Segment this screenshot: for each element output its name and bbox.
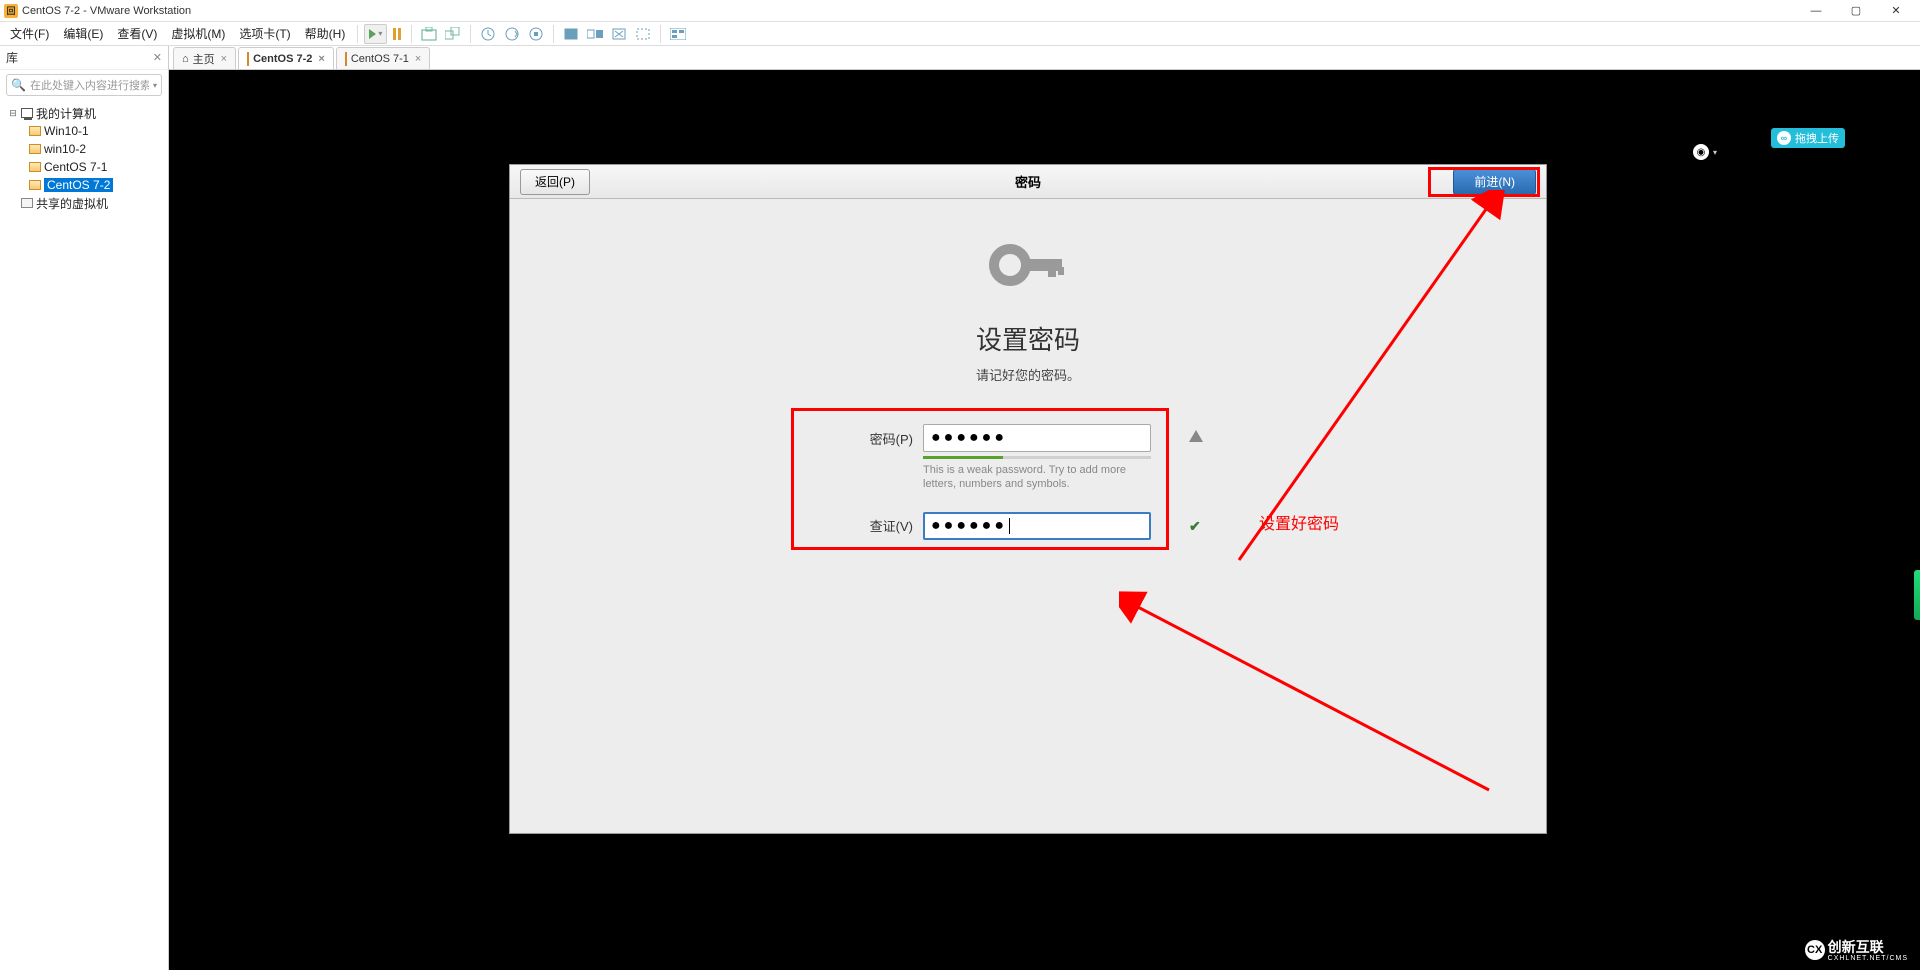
main-area: ⌂主页× CentOS 7-2× CentOS 7-1× ∞ 拖拽上传 ◉ ▾ … xyxy=(169,46,1920,970)
tab-centos-7-2[interactable]: CentOS 7-2× xyxy=(238,47,334,69)
clock-forward-icon[interactable] xyxy=(501,24,523,44)
close-icon[interactable]: × xyxy=(221,53,227,65)
library-header: 库 ✕ xyxy=(0,46,168,70)
window-titlebar: 回 CentOS 7-2 - VMware Workstation — ▢ ✕ xyxy=(0,0,1920,22)
tree-item-centos-7-2[interactable]: CentOS 7-2 xyxy=(0,176,168,194)
computer-icon xyxy=(21,108,33,118)
window-title: CentOS 7-2 - VMware Workstation xyxy=(22,5,191,17)
warning-icon xyxy=(1189,430,1205,446)
tree-item-centos-7-1[interactable]: CentOS 7-1 xyxy=(0,158,168,176)
snapshot-button[interactable] xyxy=(418,24,440,44)
tree-item-win10-2[interactable]: win10-2 xyxy=(0,140,168,158)
gnome-setup-panel: 返回(P) 密码 前进(N) 设置密码 请记好您的密码。 密码(P) xyxy=(509,164,1547,834)
guest-top-bar: ◉ ▾ xyxy=(509,140,1745,164)
verify-input[interactable] xyxy=(923,512,1151,540)
subtitle: 请记好您的密码。 xyxy=(976,365,1080,384)
watermark-logo: CX 创新互联 CXHLNET.NET/CMS xyxy=(1805,937,1908,962)
snapshot-manager-button[interactable] xyxy=(442,24,464,44)
home-icon: ⌂ xyxy=(182,53,189,65)
panel-header: 返回(P) 密码 前进(N) xyxy=(510,165,1546,199)
maximize-button[interactable]: ▢ xyxy=(1836,0,1876,22)
fit-guest-button[interactable] xyxy=(608,24,630,44)
chevron-down-icon[interactable]: ▾ xyxy=(1713,148,1717,157)
annotation-ring-forward xyxy=(1428,167,1540,197)
power-on-button[interactable]: ▾ xyxy=(364,24,387,44)
menu-tabs[interactable]: 选项卡(T) xyxy=(233,23,296,44)
check-icon: ✔ xyxy=(1189,518,1205,534)
library-search[interactable]: 🔍 在此处键入内容进行搜索 ▾ xyxy=(6,74,162,96)
tab-centos-7-1[interactable]: CentOS 7-1× xyxy=(336,47,431,69)
search-dropdown-icon[interactable]: ▾ xyxy=(153,81,157,90)
fullscreen-button[interactable] xyxy=(560,24,582,44)
clock-icon[interactable] xyxy=(477,24,499,44)
library-close-icon[interactable]: ✕ xyxy=(153,51,162,64)
tree-shared-vms[interactable]: 共享的虚拟机 xyxy=(0,194,168,212)
tab-home[interactable]: ⌂主页× xyxy=(173,47,236,69)
library-tree: ⊟ 我的计算机 Win10-1 win10-2 CentOS 7-1 CentO… xyxy=(0,100,168,212)
menu-file[interactable]: 文件(F) xyxy=(4,23,55,44)
heading: 设置密码 xyxy=(976,320,1080,357)
menu-vm[interactable]: 虚拟机(M) xyxy=(165,23,231,44)
tab-bar: ⌂主页× CentOS 7-2× CentOS 7-1× xyxy=(169,46,1920,70)
unity-button[interactable] xyxy=(584,24,606,44)
vm-icon xyxy=(247,52,249,66)
shared-icon xyxy=(21,198,33,208)
annotation-text: 设置好密码 xyxy=(1259,510,1339,534)
vm-icon xyxy=(29,180,41,190)
menu-view[interactable]: 查看(V) xyxy=(111,23,163,44)
side-strip xyxy=(1914,570,1920,620)
close-icon[interactable]: × xyxy=(318,53,324,65)
suspend-button[interactable] xyxy=(393,28,401,40)
vm-icon xyxy=(29,162,41,172)
menubar: 文件(F) 编辑(E) 查看(V) 虚拟机(M) 选项卡(T) 帮助(H) ▾ xyxy=(0,22,1920,46)
stretch-button[interactable] xyxy=(632,24,654,44)
vm-console[interactable]: ∞ 拖拽上传 ◉ ▾ 返回(P) 密码 前进(N) xyxy=(169,70,1920,970)
search-icon: 🔍 xyxy=(11,78,26,92)
minimize-button[interactable]: — xyxy=(1796,0,1836,22)
cloud-icon: ∞ xyxy=(1777,131,1791,145)
search-placeholder: 在此处键入内容进行搜索 xyxy=(30,77,149,93)
close-button[interactable]: ✕ xyxy=(1876,0,1916,22)
vm-icon xyxy=(345,52,347,66)
password-form: 密码(P) ●●●●●● This is a weak password. Tr… xyxy=(843,424,1213,544)
vm-icon xyxy=(29,126,41,136)
clock-manage-icon[interactable] xyxy=(525,24,547,44)
password-strength-bar xyxy=(923,456,1151,459)
library-label: 库 xyxy=(6,49,18,66)
upload-overlay-button[interactable]: ∞ 拖拽上传 xyxy=(1771,128,1845,148)
tree-item-win10-1[interactable]: Win10-1 xyxy=(0,122,168,140)
panel-body: 设置密码 请记好您的密码。 密码(P) ●●●●●● xyxy=(510,199,1546,833)
vm-icon xyxy=(29,144,41,154)
password-input[interactable] xyxy=(923,424,1151,452)
menu-edit[interactable]: 编辑(E) xyxy=(57,23,109,44)
tree-root-my-computer[interactable]: ⊟ 我的计算机 xyxy=(0,104,168,122)
app-icon: 回 xyxy=(4,4,18,18)
back-button[interactable]: 返回(P) xyxy=(520,169,590,195)
panel-title: 密码 xyxy=(1015,172,1041,191)
accessibility-icon[interactable]: ◉ xyxy=(1693,144,1709,160)
close-icon[interactable]: × xyxy=(415,53,421,65)
library-sidebar: 库 ✕ 🔍 在此处键入内容进行搜索 ▾ ⊟ 我的计算机 Win10-1 win1… xyxy=(0,46,169,970)
menu-help[interactable]: 帮助(H) xyxy=(299,23,352,44)
thumbnail-button[interactable] xyxy=(667,24,689,44)
key-icon xyxy=(988,237,1068,298)
